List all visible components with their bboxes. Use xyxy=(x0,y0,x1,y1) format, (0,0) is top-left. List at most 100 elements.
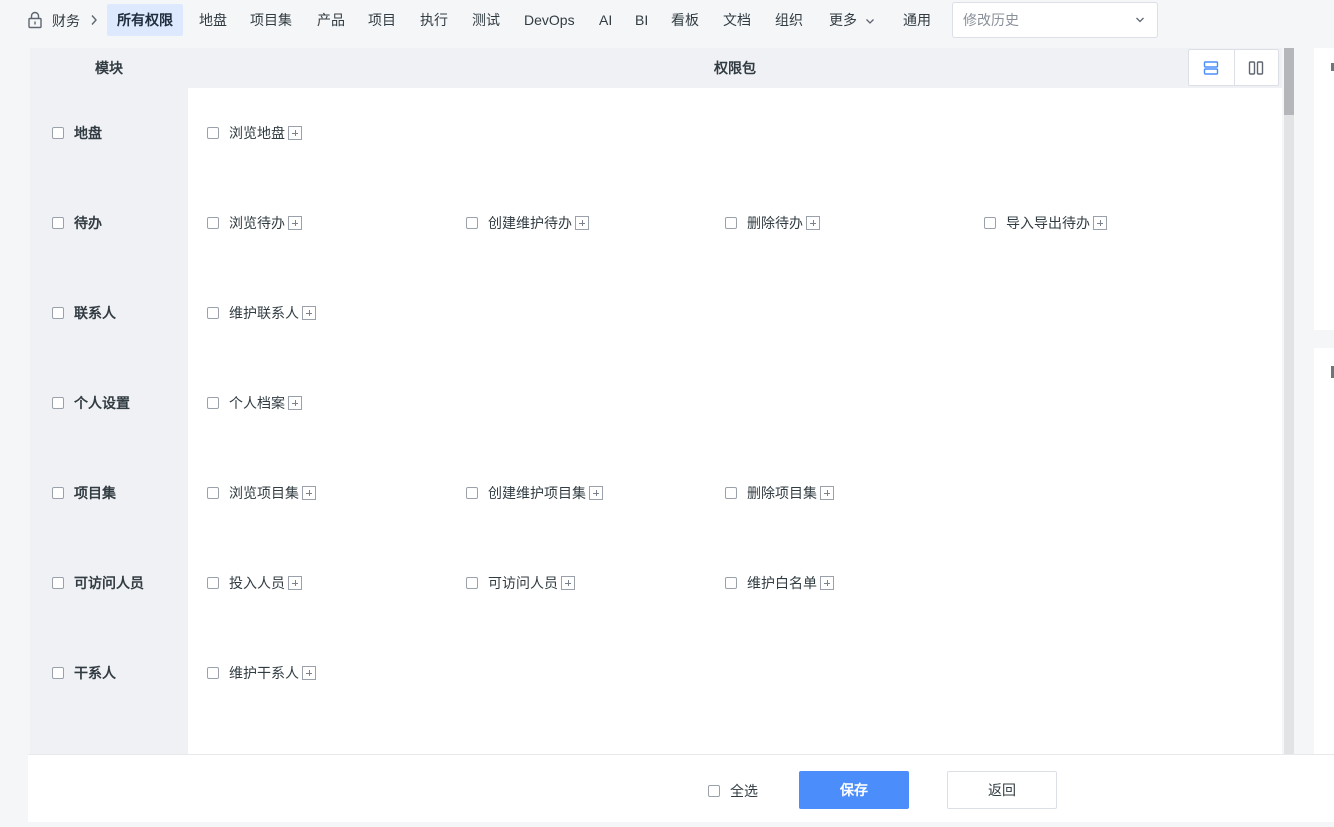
table-header: 模块 权限包 xyxy=(30,48,1282,88)
column-view-button[interactable] xyxy=(1233,50,1279,85)
permission-label[interactable]: 投入人员 xyxy=(229,573,285,593)
expand-plus-icon[interactable] xyxy=(302,306,316,320)
tab-org[interactable]: 组织 xyxy=(775,4,803,36)
module-cell: 个人设置 xyxy=(30,358,188,448)
expand-plus-icon[interactable] xyxy=(806,216,820,230)
permission-checkbox[interactable] xyxy=(207,397,219,409)
footer-bar: 全选 保存 返回 xyxy=(28,754,1334,822)
permission-checkbox[interactable] xyxy=(466,577,478,589)
tab-product[interactable]: 产品 xyxy=(317,4,345,36)
permission-checkbox[interactable] xyxy=(725,487,737,499)
permission-checkbox[interactable] xyxy=(725,577,737,589)
module-checkbox[interactable] xyxy=(52,217,64,229)
module-label: 可访问人员 xyxy=(74,575,144,591)
permission-checkbox[interactable] xyxy=(466,487,478,499)
module-checkbox[interactable] xyxy=(52,127,64,139)
expand-plus-icon[interactable] xyxy=(302,486,316,500)
permission-label[interactable]: 个人档案 xyxy=(229,393,285,413)
permission-label[interactable]: 创建维护项目集 xyxy=(488,483,586,503)
tab-bi[interactable]: BI xyxy=(635,4,648,36)
permission-label[interactable]: 浏览地盘 xyxy=(229,123,285,143)
tab-all-permissions[interactable]: 所有权限 xyxy=(107,4,183,36)
tab-ai[interactable]: AI xyxy=(599,4,612,36)
permission-label[interactable]: 删除项目集 xyxy=(747,483,817,503)
history-select[interactable]: 修改历史 xyxy=(952,2,1158,38)
select-all-label[interactable]: 全选 xyxy=(730,781,758,801)
module-checkbox[interactable] xyxy=(52,397,64,409)
scrollbar-thumb[interactable] xyxy=(1284,48,1294,115)
tab-dashboard[interactable]: 地盘 xyxy=(199,4,227,36)
history-select-placeholder: 修改历史 xyxy=(963,12,1019,28)
module-checkbox[interactable] xyxy=(52,487,64,499)
table-row: 待办 浏览待办 创建维护待办 删除待办 导入导出待办 xyxy=(30,178,1282,268)
expand-plus-icon[interactable] xyxy=(288,126,302,140)
module-cell: 联系人 xyxy=(30,268,188,358)
tab-doc[interactable]: 文档 xyxy=(723,4,751,36)
module-cell: 地盘 xyxy=(30,88,188,178)
expand-plus-icon[interactable] xyxy=(820,486,834,500)
save-button[interactable]: 保存 xyxy=(799,771,909,809)
permission-label[interactable]: 维护白名单 xyxy=(747,573,817,593)
tab-program[interactable]: 项目集 xyxy=(250,4,292,36)
permission-label[interactable]: 可访问人员 xyxy=(488,573,558,593)
expand-plus-icon[interactable] xyxy=(288,396,302,410)
module-checkbox[interactable] xyxy=(52,577,64,589)
permission-checkbox[interactable] xyxy=(207,487,219,499)
permission-checkbox[interactable] xyxy=(207,667,219,679)
module-checkbox[interactable] xyxy=(52,307,64,319)
expand-plus-icon[interactable] xyxy=(288,576,302,590)
expand-plus-icon[interactable] xyxy=(1093,216,1107,230)
permission-checkbox[interactable] xyxy=(725,217,737,229)
scrollbar-track[interactable] xyxy=(1284,48,1294,754)
tab-more[interactable]: 更多 xyxy=(829,4,875,36)
permission-label[interactable]: 删除待办 xyxy=(747,213,803,233)
module-label: 干系人 xyxy=(74,665,116,681)
table-row: 地盘 浏览地盘 xyxy=(30,88,1282,178)
expand-plus-icon[interactable] xyxy=(575,216,589,230)
expand-plus-icon[interactable] xyxy=(288,216,302,230)
permission-item: 可访问人员 xyxy=(466,574,575,592)
permission-label[interactable]: 浏览项目集 xyxy=(229,483,299,503)
expand-plus-icon[interactable] xyxy=(589,486,603,500)
permission-checkbox[interactable] xyxy=(984,217,996,229)
permission-label[interactable]: 维护联系人 xyxy=(229,303,299,323)
module-label: 个人设置 xyxy=(74,395,130,411)
permission-item: 删除项目集 xyxy=(725,484,834,502)
tab-kanban[interactable]: 看板 xyxy=(671,4,699,36)
breadcrumb-current[interactable]: 财务 xyxy=(52,11,80,31)
expand-plus-icon[interactable] xyxy=(820,576,834,590)
chevron-right-icon xyxy=(91,15,97,25)
permission-label[interactable]: 维护干系人 xyxy=(229,663,299,683)
list-view-button[interactable] xyxy=(1189,50,1234,85)
lock-icon xyxy=(28,11,42,29)
tab-test[interactable]: 测试 xyxy=(472,4,500,36)
chevron-down-icon xyxy=(865,19,874,25)
permission-item: 维护干系人 xyxy=(207,664,316,682)
permission-label[interactable]: 导入导出待办 xyxy=(1006,213,1090,233)
tab-general[interactable]: 通用 xyxy=(903,4,931,36)
rows-view-icon xyxy=(1204,60,1219,75)
permission-checkbox[interactable] xyxy=(207,217,219,229)
table-row: 个人设置 个人档案 xyxy=(30,358,1282,448)
permission-checkbox[interactable] xyxy=(207,127,219,139)
expand-plus-icon[interactable] xyxy=(302,666,316,680)
module-checkbox[interactable] xyxy=(52,667,64,679)
expand-plus-icon[interactable] xyxy=(561,576,575,590)
tab-devops[interactable]: DevOps xyxy=(524,4,575,36)
select-all[interactable]: 全选 xyxy=(708,781,758,801)
back-button[interactable]: 返回 xyxy=(947,771,1057,809)
permission-checkbox[interactable] xyxy=(207,577,219,589)
view-toggle xyxy=(1188,49,1279,86)
module-cell: 待办 xyxy=(30,178,188,268)
permission-label[interactable]: 创建维护待办 xyxy=(488,213,572,233)
module-label: 联系人 xyxy=(74,305,116,321)
module-cell: 项目集 xyxy=(30,448,188,538)
permission-checkbox[interactable] xyxy=(207,307,219,319)
select-all-checkbox[interactable] xyxy=(708,785,720,797)
tab-execution[interactable]: 执行 xyxy=(420,4,448,36)
permission-item: 投入人员 xyxy=(207,574,302,592)
permission-label[interactable]: 浏览待办 xyxy=(229,213,285,233)
tab-project[interactable]: 项目 xyxy=(368,4,396,36)
permission-item: 创建维护待办 xyxy=(466,214,589,232)
permission-checkbox[interactable] xyxy=(466,217,478,229)
